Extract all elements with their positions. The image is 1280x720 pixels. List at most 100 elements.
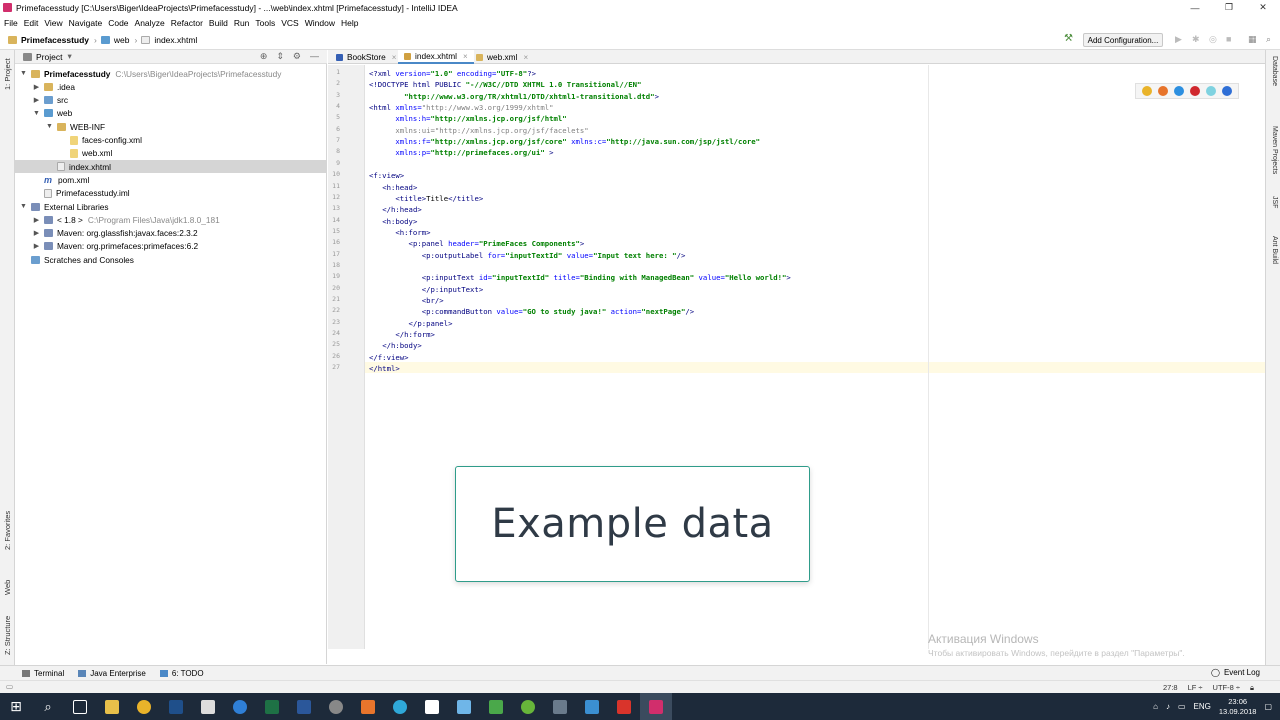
start-button[interactable]: ⊞ <box>0 693 32 720</box>
taskbar-app-red[interactable] <box>608 693 640 720</box>
taskbar-app-green[interactable] <box>480 693 512 720</box>
structure-tool-tab[interactable]: Z: Structure <box>3 616 12 655</box>
keyboard-language[interactable]: ENG <box>1194 702 1211 711</box>
tree-item[interactable]: faces-config.xml <box>15 134 327 147</box>
todo-tool-button[interactable]: 6: TODO <box>159 669 204 678</box>
tree-item[interactable]: ▶ src <box>15 94 327 107</box>
search-everywhere-icon[interactable]: ⌕ <box>1266 34 1271 45</box>
terminal-tool-button[interactable]: Terminal <box>22 669 64 678</box>
code-line[interactable]: <!DOCTYPE html PUBLIC "-//W3C//DTD XHTML… <box>369 79 641 90</box>
project-view-selector[interactable]: Project <box>36 52 62 62</box>
task-view-button[interactable] <box>64 693 96 720</box>
code-line[interactable]: </h:body> <box>369 340 422 351</box>
code-line[interactable]: <p:outputLabel for="inputTextId" value="… <box>369 250 686 261</box>
code-line[interactable]: <br/> <box>369 295 444 306</box>
code-line[interactable]: </p:inputText> <box>369 284 484 295</box>
add-configuration-button[interactable]: Add Configuration... <box>1083 33 1163 47</box>
network-icon[interactable]: ⌂ <box>1153 702 1158 711</box>
project-tool-tab[interactable]: 1: Project <box>3 58 12 90</box>
edge-icon[interactable] <box>1222 86 1232 96</box>
expand-arrow-icon[interactable]: ▼ <box>19 70 28 77</box>
code-line[interactable]: <h:form> <box>369 227 430 238</box>
collapse-all-icon[interactable]: ⇕ <box>276 51 284 62</box>
search-button[interactable]: ⌕ <box>32 693 64 720</box>
code-line[interactable]: <html xmlns="http://www.w3.org/1999/xhtm… <box>369 102 554 113</box>
safari-icon[interactable] <box>1174 86 1184 96</box>
editor-tab[interactable]: index.xhtml × <box>398 50 474 64</box>
menu-code[interactable]: Code <box>108 18 128 28</box>
taskbar-chrome[interactable] <box>128 693 160 720</box>
taskbar-calculator[interactable] <box>192 693 224 720</box>
code-line[interactable]: </f:view> <box>369 352 409 363</box>
maximize-button[interactable]: ❐ <box>1212 0 1246 15</box>
code-line[interactable]: "http://www.w3.org/TR/xhtml1/DTD/xhtml1-… <box>369 91 659 102</box>
line-separator[interactable]: LF ÷ <box>1188 683 1203 693</box>
tree-item[interactable]: Scratches and Consoles <box>15 253 327 266</box>
tree-item[interactable]: ▶ Maven: org.glassfish:javax.faces:2.3.2 <box>15 227 327 240</box>
close-tab-icon[interactable]: × <box>523 53 528 62</box>
code-line[interactable]: <p:panel header="PrimeFaces Components"> <box>369 238 585 249</box>
tree-item[interactable]: ▼ External Libraries <box>15 200 327 213</box>
tree-item[interactable]: ▼ WEB-INF <box>15 120 327 133</box>
stop-icon[interactable]: ■ <box>1226 34 1231 44</box>
tree-item[interactable]: Primefacesstudy.iml <box>15 187 327 200</box>
gear-icon[interactable]: ⚙ <box>293 51 301 62</box>
code-line[interactable]: <?xml version="1.0" encoding="UTF-8"?> <box>369 68 536 79</box>
locate-file-icon[interactable]: ⊕ <box>260 51 268 62</box>
coverage-icon[interactable]: ◎ <box>1209 34 1217 45</box>
taskbar-settings[interactable] <box>320 693 352 720</box>
opera-icon[interactable] <box>1190 86 1200 96</box>
lock-icon[interactable]: 🔒︎ <box>1250 683 1254 693</box>
taskbar-excel[interactable] <box>256 693 288 720</box>
code-line[interactable]: </h:head> <box>369 204 422 215</box>
code-line[interactable]: </p:panel> <box>369 318 453 329</box>
code-line[interactable]: <p:inputText id="inputTextId" title="Bin… <box>369 272 791 283</box>
taskbar-photoshop[interactable] <box>160 693 192 720</box>
taskbar-word[interactable] <box>288 693 320 720</box>
maven-projects-tool-tab[interactable]: Maven Projects <box>1271 126 1278 174</box>
editor-tab[interactable]: web.xml × <box>470 50 534 64</box>
close-tab-icon[interactable]: × <box>463 52 468 61</box>
chrome-icon[interactable] <box>1142 86 1152 96</box>
chevron-down-icon[interactable]: ▾ <box>67 51 71 62</box>
clock[interactable]: 23:06 13.09.2018 <box>1219 697 1257 717</box>
breadcrumb-web[interactable]: web › <box>100 35 137 45</box>
database-tool-tab[interactable]: Database <box>1271 56 1278 86</box>
menu-edit[interactable]: Edit <box>24 18 39 28</box>
code-line[interactable]: <f:view> <box>369 170 404 181</box>
tree-item[interactable]: web.xml <box>15 147 327 160</box>
caret-position[interactable]: 27:8 <box>1163 683 1178 693</box>
taskbar-app-cyan[interactable] <box>384 693 416 720</box>
editor-tab[interactable]: BookStore × <box>330 50 402 64</box>
close-button[interactable]: ✕ <box>1246 0 1280 15</box>
code-line[interactable]: </html> <box>369 363 400 374</box>
expand-arrow-icon[interactable]: ▼ <box>32 110 41 117</box>
tree-item[interactable]: m pom.xml <box>15 173 327 186</box>
menu-refactor[interactable]: Refactor <box>171 18 203 28</box>
favorites-tool-tab[interactable]: 2: Favorites <box>3 511 12 550</box>
battery-icon[interactable]: ▭ <box>1178 702 1186 711</box>
code-line[interactable]: xmlns:h="http://xmlns.jcp.org/jsf/html" <box>369 113 566 124</box>
menu-build[interactable]: Build <box>209 18 228 28</box>
code-line[interactable]: </h:form> <box>369 329 435 340</box>
web-tool-tab[interactable]: Web <box>3 580 12 595</box>
debug-icon[interactable]: ✱ <box>1192 34 1200 45</box>
taskbar-app-orange[interactable] <box>352 693 384 720</box>
ie-icon[interactable] <box>1206 86 1216 96</box>
taskbar-intellij[interactable] <box>640 693 672 720</box>
status-indicator-icon[interactable]: ▭ <box>6 682 13 691</box>
menu-view[interactable]: View <box>44 18 62 28</box>
expand-arrow-icon[interactable]: ▶ <box>32 96 41 104</box>
tree-item[interactable]: index.xhtml <box>15 160 327 174</box>
expand-arrow-icon[interactable]: ▶ <box>32 242 41 250</box>
run-icon[interactable]: ▶ <box>1175 34 1182 45</box>
code-line[interactable]: <title>Title</title> <box>369 193 483 204</box>
tree-item[interactable]: ▼ web <box>15 107 327 120</box>
expand-arrow-icon[interactable]: ▶ <box>32 216 41 224</box>
minimize-button[interactable]: — <box>1178 0 1212 15</box>
code-line[interactable]: <p:commandButton value="GO to study java… <box>369 306 694 317</box>
jsf-tool-tab[interactable]: JSF <box>1271 196 1278 208</box>
notifications-icon[interactable]: ▢ <box>1264 702 1272 711</box>
menu-help[interactable]: Help <box>341 18 358 28</box>
expand-arrow-icon[interactable]: ▶ <box>32 83 41 91</box>
